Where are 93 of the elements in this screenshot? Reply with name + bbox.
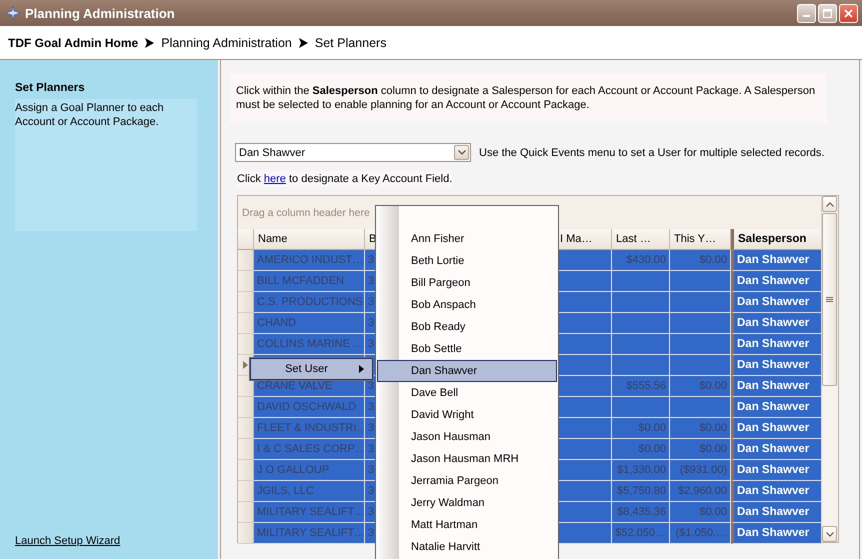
menu-item[interactable]: Jerry Waldman [377, 492, 557, 514]
menu-item[interactable]: Bob Ready [377, 316, 557, 338]
key-account-text: Click here to designate a Key Account Field. [237, 171, 452, 187]
table-cell: ($1,050.… [670, 523, 731, 544]
table-cell: Dan Shawver [731, 334, 822, 355]
menu-item[interactable]: Set User [250, 358, 373, 380]
table-cell: MILITARY SEALIFT… [254, 502, 365, 523]
table-cell: $0.00 [612, 439, 670, 460]
table-cell: CHAND [254, 313, 365, 334]
minimize-icon [803, 15, 810, 17]
menu-item[interactable]: Beth Lortie [377, 250, 557, 272]
table-cell: BILL MCFADDEN [254, 271, 365, 292]
table-cell: Dan Shawver [731, 460, 822, 481]
table-cell: Dan Shawver [731, 376, 822, 397]
menu-item[interactable]: Bill Pargeon [377, 272, 557, 294]
close-icon [844, 8, 853, 18]
breadcrumb-item[interactable]: Planning Administration [161, 36, 292, 50]
table-cell: Dan Shawver [731, 502, 822, 523]
menu-item[interactable]: Matt Hartman [377, 514, 557, 536]
table-cell: $0.00 [670, 502, 731, 523]
table-cell: $5,750.80 [612, 481, 670, 502]
breadcrumb-item[interactable]: TDF Goal Admin Home [8, 36, 138, 50]
chevron-down-icon [826, 532, 834, 536]
column-header[interactable]: I Ma… [556, 229, 612, 250]
sidebar-description: Assign a Goal Planner to each Account or Account Package. [15, 99, 197, 231]
table-cell: C.S. PRODUCTIONS [254, 292, 365, 313]
table-cell: $0.00 [670, 250, 731, 271]
column-header[interactable]: Salesperson [731, 229, 822, 250]
maximize-icon [823, 8, 832, 18]
table-cell: Dan Shawver [731, 271, 822, 292]
menu-item[interactable]: Jason Hausman MRH [377, 448, 557, 470]
table-cell: DAVID OSCHWALD [254, 397, 365, 418]
table-cell: Dan Shawver [731, 250, 822, 271]
table-cell: Dan Shawver [731, 439, 822, 460]
close-button[interactable] [839, 4, 858, 22]
table-cell: $2,960.00 [670, 481, 731, 502]
table-cell: $0.00 [670, 376, 731, 397]
menu-item[interactable]: Dave Bell [377, 382, 557, 404]
scrollbar[interactable] [821, 196, 838, 542]
maximize-button[interactable] [818, 4, 837, 22]
row-selector[interactable] [238, 376, 254, 397]
minimize-button[interactable] [797, 4, 816, 22]
table-cell: $0.00 [670, 439, 731, 460]
table-cell: Dan Shawver [731, 292, 822, 313]
app-icon [6, 6, 20, 20]
table-cell: $1,330.00 [612, 460, 670, 481]
scroll-thumb[interactable] [822, 213, 837, 386]
arrow-icon [298, 38, 308, 48]
table-cell: I & C SALES CORP… [254, 439, 365, 460]
menu-item[interactable]: Bob Settle [377, 338, 557, 360]
table-cell: Dan Shawver [731, 418, 822, 439]
hint-text: Use the Quick Events menu to set a User for multiple selected records. [479, 146, 824, 158]
setup-wizard-link[interactable]: Launch Setup Wizard [15, 535, 120, 547]
breadcrumb-item[interactable]: Set Planners [314, 36, 386, 50]
menu-item[interactable]: Natalie Harvitt [377, 536, 557, 558]
table-cell: Dan Shawver [731, 481, 822, 502]
table-cell: $52,050… [612, 523, 670, 544]
chevron-down-icon [458, 150, 466, 155]
column-header[interactable]: Last … [612, 229, 670, 250]
menu-item[interactable]: Jason Hausman [377, 426, 557, 448]
column-header[interactable]: This Y… [670, 229, 731, 250]
table-cell: $430.00 [612, 250, 670, 271]
scroll-down-button[interactable] [822, 526, 837, 542]
table-cell: $0.00 [670, 418, 731, 439]
table-cell: J O GALLOUP [254, 460, 365, 481]
table-cell: $555.56 [612, 376, 670, 397]
sidebar-title: Set Planners [15, 82, 86, 94]
instructions-text: Click within the Salesperson column to designate a Salesperson for each Account or Account Package. A Salesperson must be selected to enable planning for an Account or Account Package. [230, 73, 827, 123]
chevron-up-icon [826, 202, 834, 206]
table-cell: COLLINS MARINE … [254, 334, 365, 355]
menu-item[interactable]: David Wright [377, 404, 557, 426]
table-cell: Dan Shawver [731, 355, 822, 376]
menu-item[interactable]: Dan Shawver [377, 360, 557, 382]
menu-item[interactable]: Ann Fisher [377, 228, 557, 250]
table-cell: MILITARY SEALIFT… [254, 523, 365, 544]
scroll-up-button[interactable] [822, 196, 837, 212]
menu-item[interactable]: Bob Anspach [377, 294, 557, 316]
table-cell: Dan Shawver [731, 397, 822, 418]
user-dropdown[interactable]: Dan Shawver [235, 143, 471, 162]
table-cell: AMERICO INDUST… [254, 250, 365, 271]
table-cell: $0.00 [612, 418, 670, 439]
window-title: Planning Administration [25, 6, 176, 20]
table-cell: FLEET & INDUSTRI… [254, 418, 365, 439]
table-cell: JGILS, LLC [254, 481, 365, 502]
table-cell: Dan Shawver [731, 313, 822, 334]
group-by-hint: Drag a column header here [242, 206, 370, 218]
arrow-icon [145, 38, 154, 48]
here-link[interactable]: here [264, 173, 286, 185]
table-cell: $8,435.36 [612, 502, 670, 523]
menu-item[interactable]: Jerramia Pargeon [377, 470, 557, 492]
table-cell: Dan Shawver [731, 523, 822, 544]
column-header[interactable]: Name [254, 229, 365, 250]
table-cell: ($931.00) [670, 460, 731, 481]
